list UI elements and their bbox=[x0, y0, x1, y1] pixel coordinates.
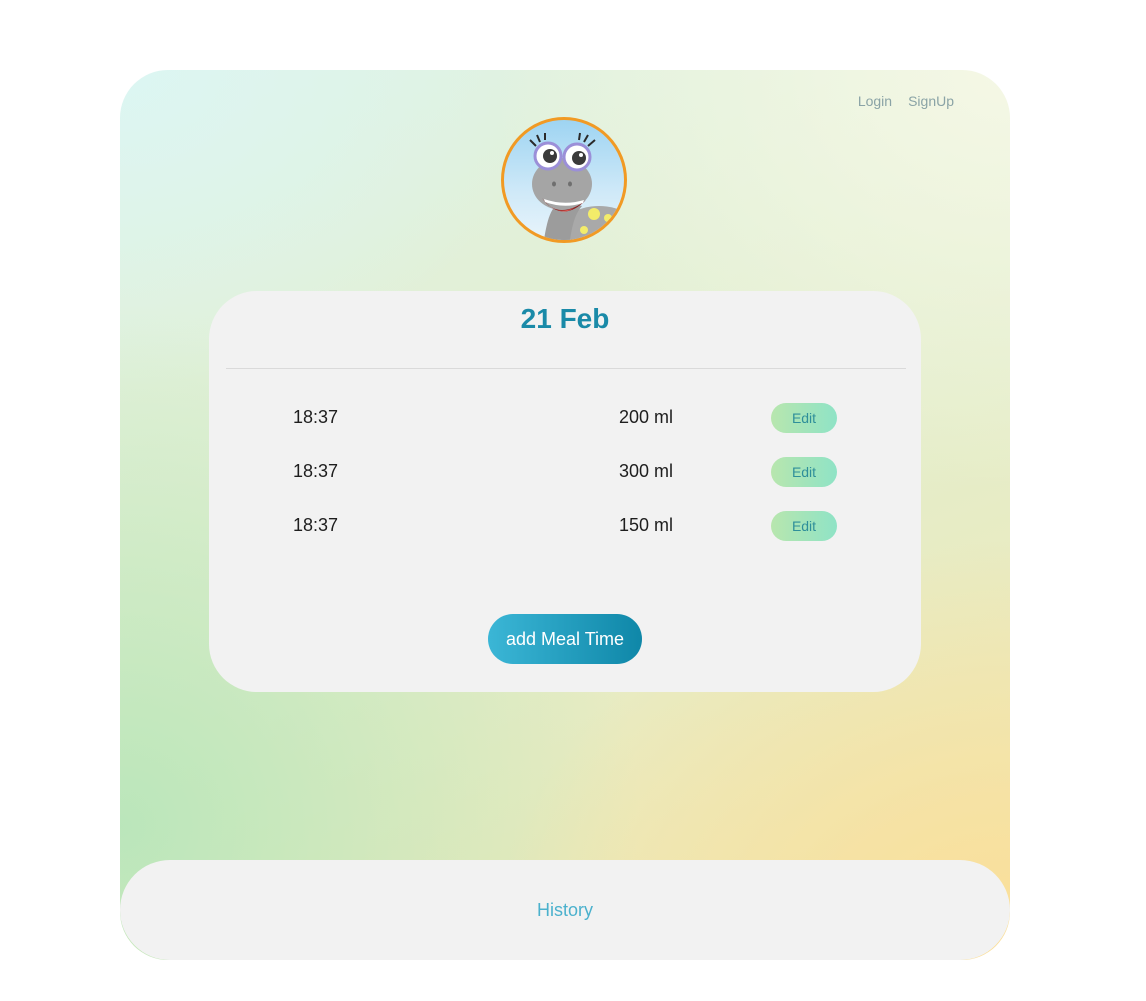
edit-meal-button[interactable]: Edit bbox=[771, 511, 837, 541]
meal-amount: 150 ml bbox=[618, 515, 673, 535]
footer-bar: History bbox=[120, 860, 1010, 960]
meal-row: 18:37 200 ml Edit bbox=[209, 403, 921, 457]
day-card: 21 Feb 18:37 200 ml Edit 18:37 300 ml Ed… bbox=[209, 291, 921, 692]
edit-meal-button[interactable]: Edit bbox=[771, 457, 837, 487]
auth-nav: Login SignUp bbox=[858, 93, 954, 109]
meal-time: 18:37 bbox=[293, 515, 339, 535]
history-link[interactable]: History bbox=[537, 900, 593, 921]
edit-meal-button[interactable]: Edit bbox=[771, 403, 837, 433]
app-container: Login SignUp 21 Feb 18:37 200 ml Edit 18… bbox=[120, 70, 1010, 960]
dinosaur-mascot-icon bbox=[529, 132, 624, 240]
meal-row: 18:37 300 ml Edit bbox=[209, 457, 921, 511]
meal-amount: 200 ml bbox=[618, 407, 673, 427]
meal-time: 18:37 bbox=[293, 461, 339, 481]
meal-list: 18:37 200 ml Edit 18:37 300 ml Edit 18:3… bbox=[209, 403, 921, 565]
meal-row: 18:37 150 ml Edit bbox=[209, 511, 921, 565]
day-title: 21 Feb bbox=[520, 303, 610, 334]
signup-link[interactable]: SignUp bbox=[908, 93, 954, 109]
meal-amount: 300 ml bbox=[618, 461, 673, 481]
meal-time: 18:37 bbox=[293, 407, 339, 427]
add-meal-time-button[interactable]: add Meal Time bbox=[488, 614, 642, 664]
card-divider bbox=[226, 368, 906, 369]
login-link[interactable]: Login bbox=[858, 93, 892, 109]
avatar bbox=[501, 117, 627, 243]
